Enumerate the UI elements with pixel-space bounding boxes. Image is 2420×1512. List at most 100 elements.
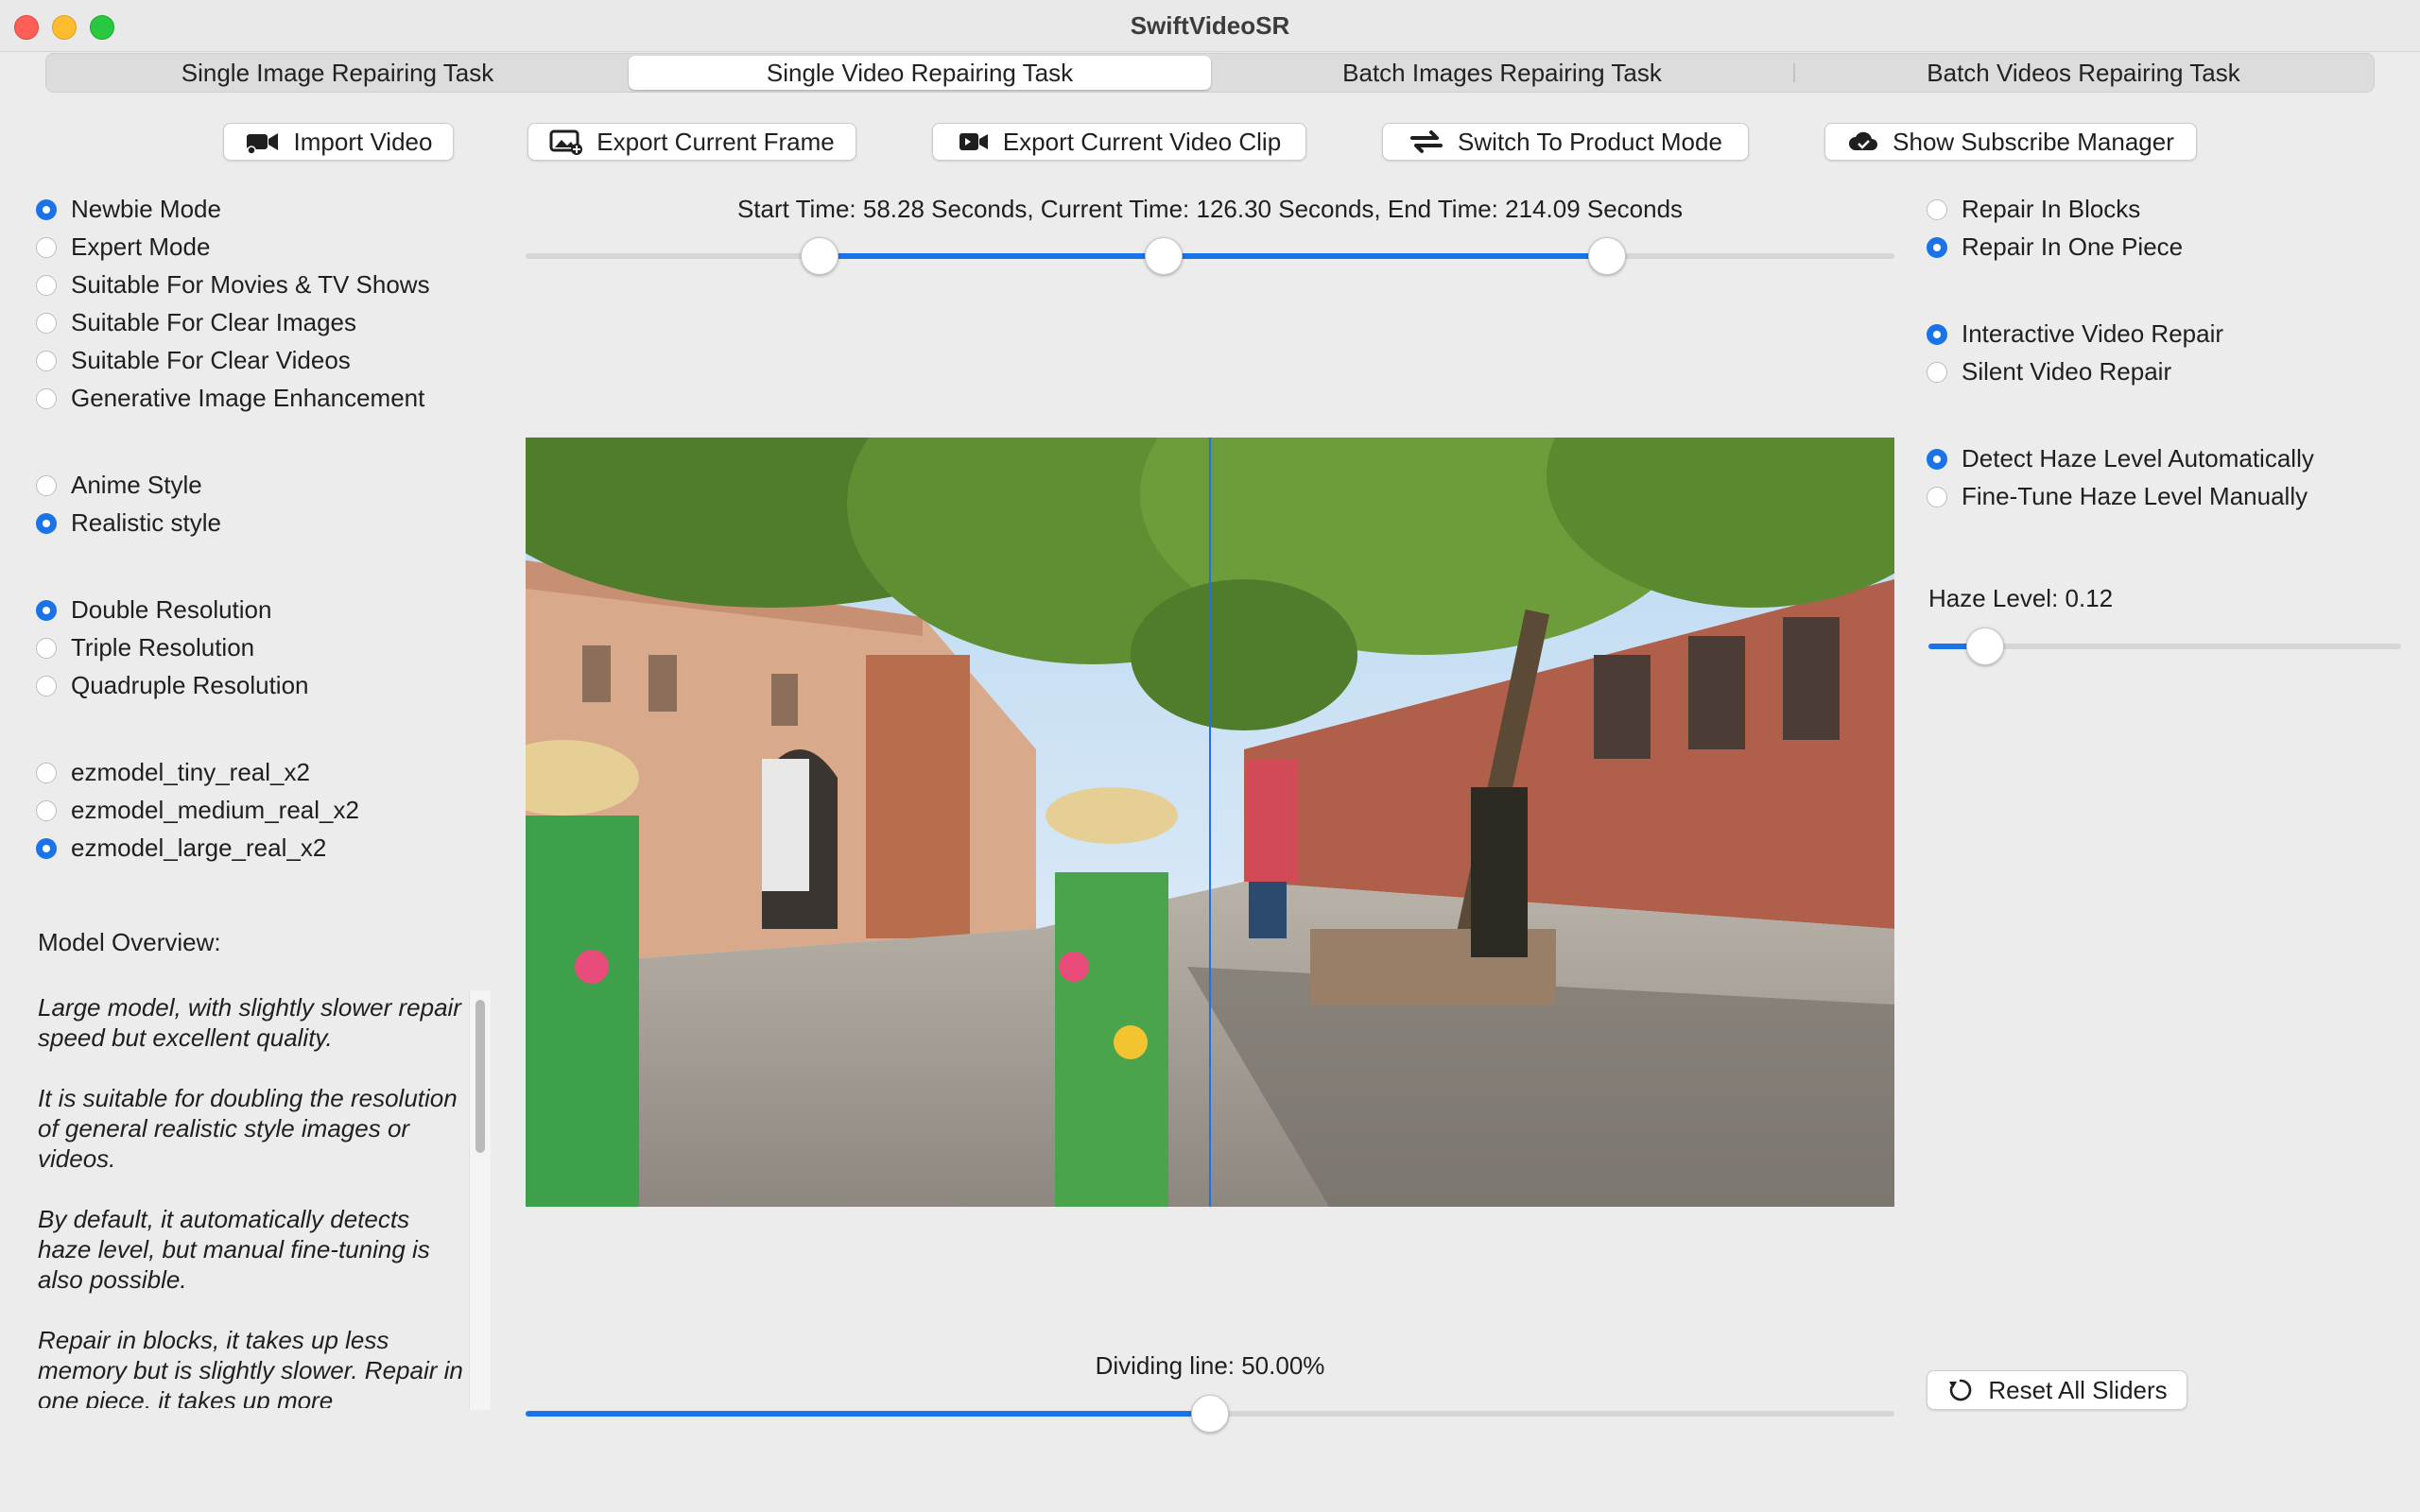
radio-label: Realistic style	[71, 508, 221, 537]
radio-realistic-style[interactable]: Realistic style	[36, 508, 221, 538]
radio-indicator	[36, 762, 57, 783]
export-current-video-clip-label: Export Current Video Clip	[1002, 127, 1282, 156]
radio-indicator	[36, 799, 57, 821]
radio-indicator	[36, 474, 57, 496]
radio-indicator	[36, 512, 57, 534]
reset-all-sliders-button[interactable]: Reset All Sliders	[1927, 1370, 2187, 1410]
radio-silent-video-repair[interactable]: Silent Video Repair	[1927, 357, 2171, 387]
reset-icon	[1949, 1379, 1972, 1401]
radio-indicator	[1927, 198, 1947, 220]
radio-triple-resolution[interactable]: Triple Resolution	[36, 633, 254, 662]
radio-label: Detect Haze Level Automatically	[1962, 444, 2314, 472]
timeline-status: Start Time: 58.28 Seconds, Current Time:…	[736, 195, 1684, 223]
radio-clear-images[interactable]: Suitable For Clear Images	[36, 308, 356, 337]
title-bar: SwiftVideoSR	[0, 0, 2420, 52]
radio-indicator	[36, 675, 57, 696]
overview-paragraph: It is suitable for doubling the resoluti…	[38, 1084, 458, 1173]
show-subscribe-manager-button[interactable]: Show Subscribe Manager	[1824, 123, 2197, 161]
radio-repair-in-one-piece[interactable]: Repair In One Piece	[1927, 232, 2183, 262]
reset-all-sliders-label: Reset All Sliders	[1988, 1375, 2168, 1404]
image-export-icon	[549, 129, 583, 155]
timeline-current-handle[interactable]	[1144, 237, 1183, 275]
radio-anime-style[interactable]: Anime Style	[36, 471, 202, 500]
radio-indicator	[36, 198, 57, 220]
export-current-frame-label: Export Current Frame	[596, 127, 835, 156]
radio-indicator	[1927, 361, 1947, 383]
dividing-line-handle[interactable]	[1191, 1395, 1229, 1433]
show-subscribe-manager-label: Show Subscribe Manager	[1893, 127, 2174, 156]
radio-label: Suitable For Clear Videos	[71, 346, 351, 374]
overview-paragraph: Large model, with slightly slower repair…	[38, 993, 461, 1052]
radio-label: Newbie Mode	[71, 195, 221, 223]
timeline-end-handle[interactable]	[1587, 237, 1626, 275]
radio-generative-enhancement[interactable]: Generative Image Enhancement	[36, 384, 424, 413]
tab-batch-videos[interactable]: Batch Videos Repairing Task	[1793, 54, 2374, 92]
overview-paragraph: By default, it automatically detects haz…	[38, 1205, 430, 1294]
overview-paragraph: Repair in blocks, it takes up less memor…	[38, 1326, 463, 1408]
radio-label: Fine-Tune Haze Level Manually	[1962, 482, 2308, 510]
radio-indicator	[36, 236, 57, 258]
radio-clear-videos[interactable]: Suitable For Clear Videos	[36, 346, 351, 375]
radio-label: Suitable For Clear Images	[71, 308, 357, 336]
radio-indicator	[1927, 236, 1947, 258]
swap-icon	[1410, 130, 1443, 153]
dividing-line-label: Dividing line: 50.00%	[1095, 1351, 1325, 1380]
radio-label: Expert Mode	[71, 232, 211, 261]
radio-label: ezmodel_tiny_real_x2	[71, 758, 310, 786]
switch-to-product-mode-button[interactable]: Switch To Product Mode	[1382, 123, 1749, 161]
task-tabs: Single Image Repairing Task Single Video…	[45, 53, 2375, 93]
radio-interactive-video-repair[interactable]: Interactive Video Repair	[1927, 319, 2223, 349]
window-title: SwiftVideoSR	[1130, 11, 1290, 40]
radio-expert-mode[interactable]: Expert Mode	[36, 232, 210, 262]
radio-label: ezmodel_medium_real_x2	[71, 796, 359, 824]
radio-quadruple-resolution[interactable]: Quadruple Resolution	[36, 671, 309, 700]
radio-label: Triple Resolution	[71, 633, 255, 662]
export-current-video-clip-button[interactable]: Export Current Video Clip	[932, 123, 1306, 161]
model-overview-text: Large model, with slightly slower repair…	[38, 992, 465, 1408]
haze-level-handle[interactable]	[1966, 627, 2004, 665]
radio-movies-tv[interactable]: Suitable For Movies & TV Shows	[36, 270, 430, 300]
radio-newbie-mode[interactable]: Newbie Mode	[36, 195, 221, 224]
radio-indicator	[1927, 323, 1947, 345]
video-clip-icon	[959, 133, 988, 150]
radio-label: Suitable For Movies & TV Shows	[71, 270, 430, 299]
radio-detect-haze-automatically[interactable]: Detect Haze Level Automatically	[1927, 444, 2314, 473]
radio-label: Quadruple Resolution	[71, 671, 309, 699]
radio-repair-in-blocks[interactable]: Repair In Blocks	[1927, 195, 2140, 224]
import-video-label: Import Video	[293, 127, 433, 156]
radio-indicator	[36, 387, 57, 409]
app-window: SwiftVideoSR Single Image Repairing Task…	[0, 0, 2420, 1512]
radio-indicator	[36, 274, 57, 296]
radio-label: Interactive Video Repair	[1962, 319, 2224, 348]
timeline-selected-range	[820, 253, 1607, 259]
radio-indicator	[1927, 448, 1947, 470]
radio-model-medium[interactable]: ezmodel_medium_real_x2	[36, 796, 359, 825]
switch-to-product-mode-label: Switch To Product Mode	[1458, 127, 1722, 156]
radio-double-resolution[interactable]: Double Resolution	[36, 595, 271, 625]
tab-batch-images[interactable]: Batch Images Repairing Task	[1211, 54, 1793, 92]
radio-label: Generative Image Enhancement	[71, 384, 425, 412]
radio-indicator	[36, 837, 57, 859]
overview-scroll-thumb[interactable]	[475, 1000, 485, 1153]
radio-label: ezmodel_large_real_x2	[71, 833, 327, 862]
dividing-line-fill	[526, 1411, 1210, 1417]
radio-label: Double Resolution	[71, 595, 272, 624]
cloud-check-icon	[1849, 131, 1878, 150]
export-current-frame-button[interactable]: Export Current Frame	[527, 123, 856, 161]
radio-label: Repair In Blocks	[1962, 195, 2141, 223]
comparison-divider-line[interactable]	[1209, 438, 1211, 1207]
timeline-start-handle[interactable]	[801, 237, 839, 275]
tab-single-image[interactable]: Single Image Repairing Task	[46, 54, 629, 92]
video-camera-icon	[246, 133, 278, 154]
tab-single-video[interactable]: Single Video Repairing Task	[629, 56, 1211, 90]
import-video-button[interactable]: Import Video	[223, 123, 454, 161]
radio-model-tiny[interactable]: ezmodel_tiny_real_x2	[36, 758, 310, 787]
radio-indicator	[36, 599, 57, 621]
overview-scrollbar[interactable]	[469, 990, 491, 1410]
radio-label: Silent Video Repair	[1962, 357, 2172, 386]
radio-model-large[interactable]: ezmodel_large_real_x2	[36, 833, 326, 863]
model-overview-title: Model Overview:	[38, 928, 221, 956]
radio-indicator	[36, 312, 57, 334]
radio-indicator	[36, 637, 57, 659]
radio-fine-tune-haze-manually[interactable]: Fine-Tune Haze Level Manually	[1927, 482, 2308, 511]
